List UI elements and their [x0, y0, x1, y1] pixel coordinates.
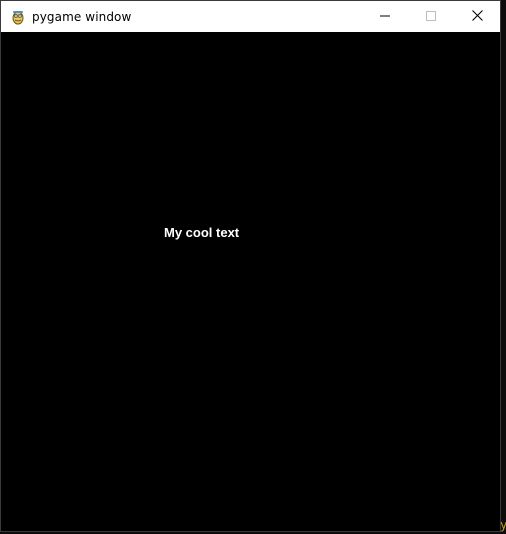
- minimize-button[interactable]: [362, 1, 408, 32]
- minimize-icon: [380, 8, 390, 26]
- maximize-icon: [426, 8, 436, 26]
- window-controls: [362, 1, 500, 32]
- window-title: pygame window: [32, 9, 132, 24]
- pygame-canvas[interactable]: My cool text: [1, 32, 500, 531]
- title-bar[interactable]: pygame window: [1, 1, 500, 32]
- canvas-text: My cool text: [164, 225, 240, 240]
- maximize-button[interactable]: [408, 1, 454, 32]
- pygame-snake-icon: [10, 9, 26, 25]
- close-button[interactable]: [454, 1, 500, 32]
- pygame-window[interactable]: pygame window My cool text: [0, 0, 501, 532]
- close-icon: [471, 8, 483, 26]
